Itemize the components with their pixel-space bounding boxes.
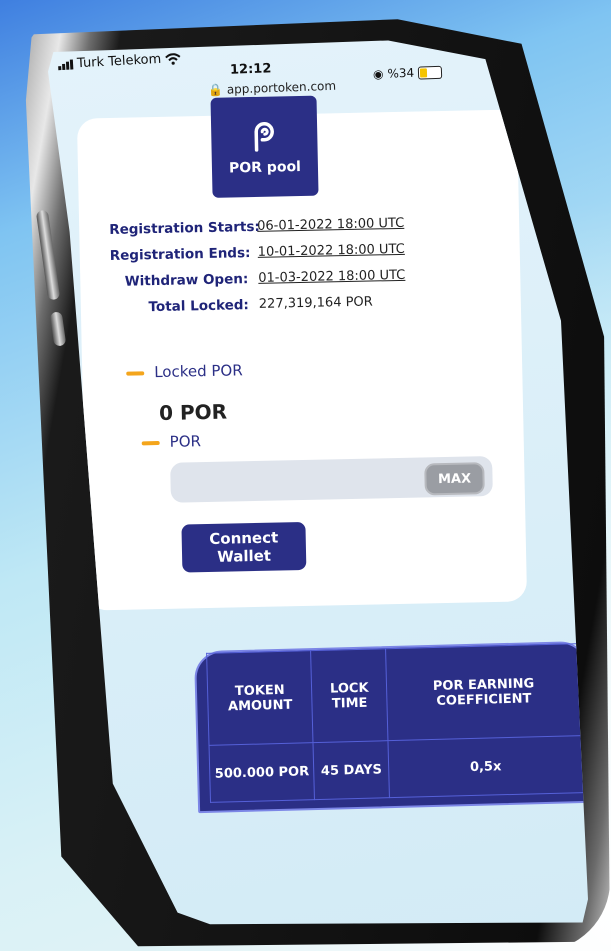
table-header-cell: LOCK TIME xyxy=(311,648,388,743)
max-button[interactable]: MAX xyxy=(424,462,485,496)
table-cell: 500.000 POR xyxy=(209,742,315,803)
info-label: Total Locked: xyxy=(148,297,250,316)
table-cell: 45 DAYS xyxy=(313,740,390,800)
accent-dash xyxy=(126,370,145,376)
carrier-name: Turk Telekom xyxy=(76,51,162,72)
battery-icon xyxy=(417,65,443,80)
battery-percent: %34 xyxy=(387,65,415,81)
info-label: Registration Starts: xyxy=(109,218,260,239)
info-label: Withdraw Open: xyxy=(124,271,249,290)
locked-por-label: Locked POR xyxy=(126,361,243,381)
accent-dash xyxy=(141,440,160,445)
table-cell: 0,5x xyxy=(387,735,584,798)
clock-time: 12:12 xyxy=(229,61,272,78)
por-amount-input[interactable] xyxy=(180,461,425,501)
por-input-label: POR xyxy=(141,432,201,451)
info-row-total-locked: Total Locked: 227,319,164 POR xyxy=(111,295,373,316)
alarm-icon: ◉ xyxy=(372,66,384,82)
locked-por-value: 0 POR xyxy=(158,399,228,426)
table-row: 500.000 POR 45 DAYS 0,5x xyxy=(209,735,584,803)
info-value: 06-01-2022 18:00 UTC xyxy=(257,215,405,234)
status-right: ◉ %34 xyxy=(373,65,443,81)
info-row-registration-starts: Registration Starts: 06-01-2022 18:00 UT… xyxy=(109,216,404,238)
logo-title: POR pool xyxy=(228,158,302,177)
info-value: 01-03-2022 18:00 UTC xyxy=(258,267,406,286)
por-pool-logo: POR pool xyxy=(210,95,319,198)
signal-icon xyxy=(58,58,74,70)
table-header-row: TOKEN AMOUNT LOCK TIME POR EARNING COEFF… xyxy=(206,643,582,746)
address-url: app.portoken.com xyxy=(226,78,337,97)
phone-screen: Turk Telekom 12:12 🔒 app.portoken.com ◉ … xyxy=(48,40,588,925)
info-row-registration-ends: Registration Ends: 10-01-2022 18:00 UTC xyxy=(110,242,405,264)
info-value: 10-01-2022 18:00 UTC xyxy=(257,241,405,260)
info-row-withdraw-open: Withdraw Open: 01-03-2022 18:00 UTC xyxy=(110,267,406,290)
wifi-icon xyxy=(165,52,181,65)
carrier-indicator: Turk Telekom xyxy=(58,51,182,72)
por-amount-field: MAX xyxy=(170,456,493,503)
table-header-cell: TOKEN AMOUNT xyxy=(206,650,314,746)
pool-card: POR pool Registration Starts: 06-01-2022… xyxy=(76,95,528,611)
por-logo-icon xyxy=(254,122,274,152)
earning-table: TOKEN AMOUNT LOCK TIME POR EARNING COEFF… xyxy=(206,643,584,803)
table-header-cell: POR EARNING COEFFICIENT xyxy=(385,643,582,741)
lock-icon: 🔒 xyxy=(207,82,224,98)
address-bar[interactable]: 🔒 app.portoken.com xyxy=(208,79,336,97)
connect-wallet-button[interactable]: Connect Wallet xyxy=(181,521,307,573)
info-value: 227,319,164 POR xyxy=(258,294,373,312)
info-label: Registration Ends: xyxy=(109,245,251,265)
